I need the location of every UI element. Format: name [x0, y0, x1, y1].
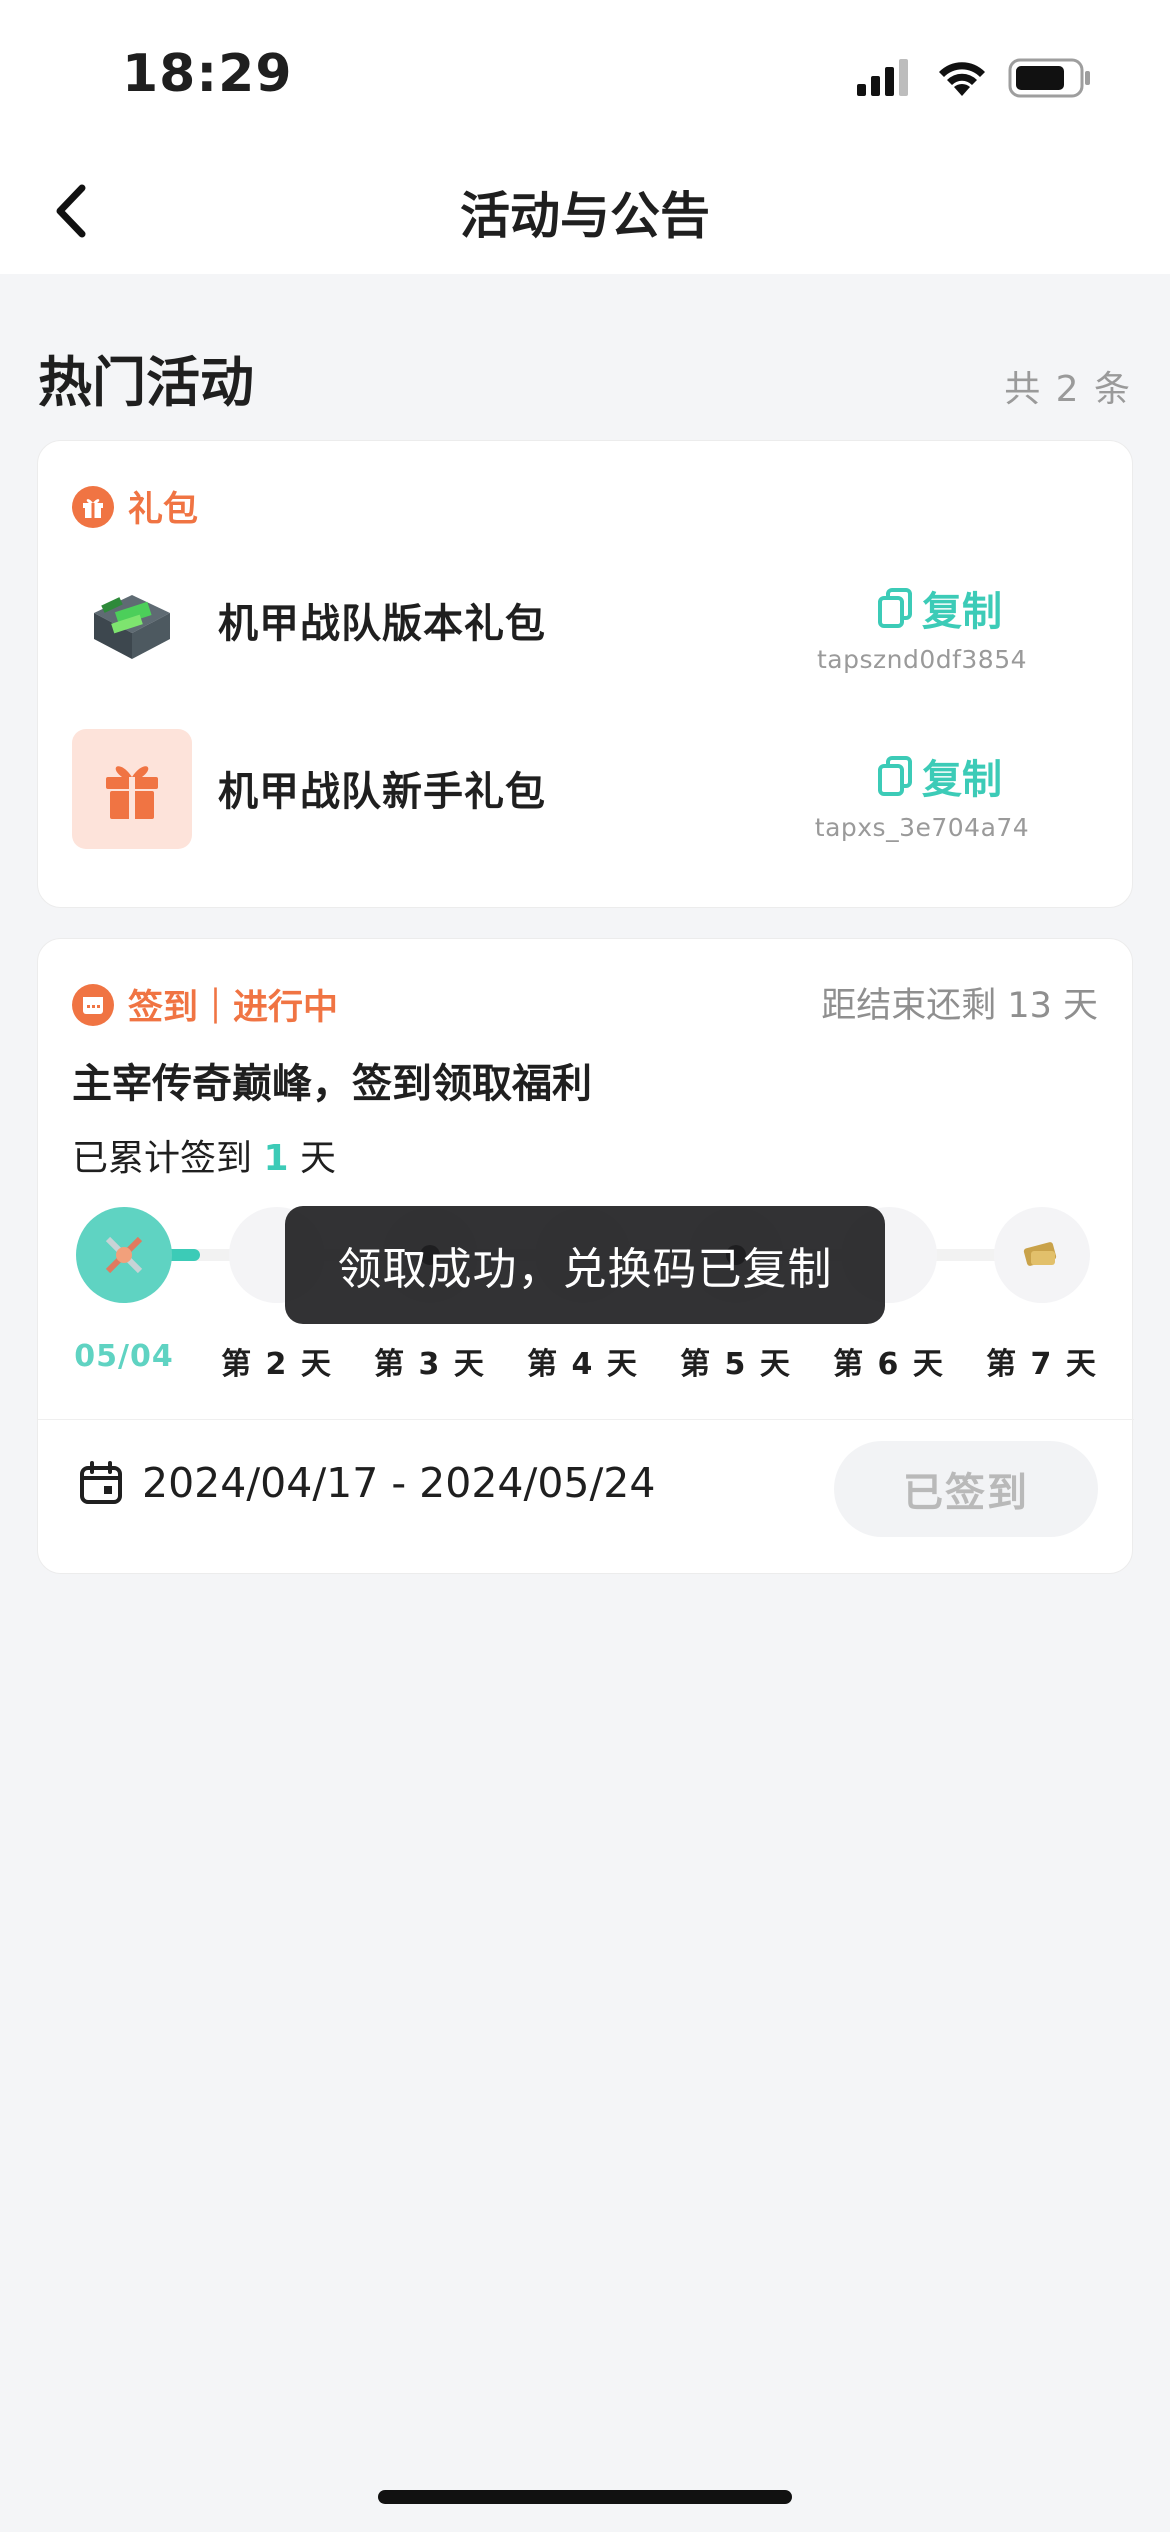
section-title: 热门活动 [38, 351, 254, 414]
copy-button[interactable]: 复制 [876, 579, 1002, 637]
gift-item: 机甲战队版本礼包 复制 tapsznd0df3854 [72, 561, 1102, 681]
day-reward-node[interactable] [76, 1207, 172, 1303]
toast-message: 领取成功，兑换码已复制 [285, 1206, 885, 1324]
mech-crate-icon [72, 561, 192, 681]
gift-name: 机甲战队版本礼包 [218, 601, 546, 647]
copy-icon [878, 756, 912, 796]
copy-label: 复制 [922, 589, 1002, 635]
date-range-text: 2024/04/17 - 2024/05/24 [142, 1459, 656, 1507]
day-label: 第 4 天 [527, 1347, 639, 1382]
remaining-days: 距结束还剩 13 天 [821, 986, 1098, 1026]
day-label: 第 5 天 [680, 1347, 792, 1382]
day-label: 第 7 天 [986, 1347, 1098, 1382]
signin-count-prefix: 已累计签到 [72, 1138, 264, 1179]
signin-count: 已累计签到 1 天 [72, 1129, 336, 1181]
status-time: 18:29 [122, 44, 293, 104]
redeem-code: tapsznd0df3854 [816, 645, 1028, 674]
gift-name: 机甲战队新手礼包 [218, 769, 546, 815]
gift-tag-label: 礼包 [128, 490, 199, 530]
gift-box-icon [72, 729, 192, 849]
signin-tag-label: 签到｜进行中 [128, 988, 339, 1028]
day-label: 05/04 [74, 1339, 174, 1374]
page-title: 活动与公告 [460, 187, 710, 245]
navbar: 活动与公告 [0, 150, 1170, 274]
copy-label: 复制 [922, 757, 1002, 803]
day-label: 第 6 天 [833, 1347, 945, 1382]
copy-button[interactable]: 复制 [876, 747, 1002, 805]
day-label: 第 3 天 [374, 1347, 486, 1382]
gift-item: 机甲战队新手礼包 复制 tapxs_3e704a74 [72, 729, 1102, 849]
battery-icon [1008, 58, 1090, 98]
copy-icon [878, 588, 912, 628]
signin-count-suffix: 天 [288, 1138, 336, 1179]
signin-count-value: 1 [263, 1138, 289, 1179]
gift-tag: 礼包 [72, 481, 198, 532]
day-reward-node[interactable] [994, 1207, 1090, 1303]
day-label: 第 2 天 [221, 1347, 333, 1382]
signin-title: 主宰传奇巅峰，签到领取福利 [72, 1061, 592, 1107]
redeem-code: tapxs_3e704a74 [814, 813, 1030, 842]
gift-tag-icon [72, 485, 114, 528]
date-range: 2024/04/17 - 2024/05/24 [78, 1459, 655, 1507]
gift-card: 礼包 机甲战队版本礼包 复制 tapsznd0df3854 机甲战队新手礼包 复… [37, 440, 1133, 908]
calendar-tag-icon [72, 983, 114, 1026]
calendar-icon [80, 1461, 122, 1504]
home-indicator[interactable] [378, 2490, 792, 2504]
signin-tag: 签到｜进行中 [72, 979, 338, 1030]
divider [38, 1419, 1134, 1420]
cellular-signal-icon [857, 59, 908, 96]
section-count: 共 2 条 [1004, 369, 1132, 410]
signed-button[interactable]: 已签到 [834, 1441, 1098, 1537]
status-bar: 18:29 [0, 0, 1170, 150]
wifi-icon [939, 62, 985, 96]
